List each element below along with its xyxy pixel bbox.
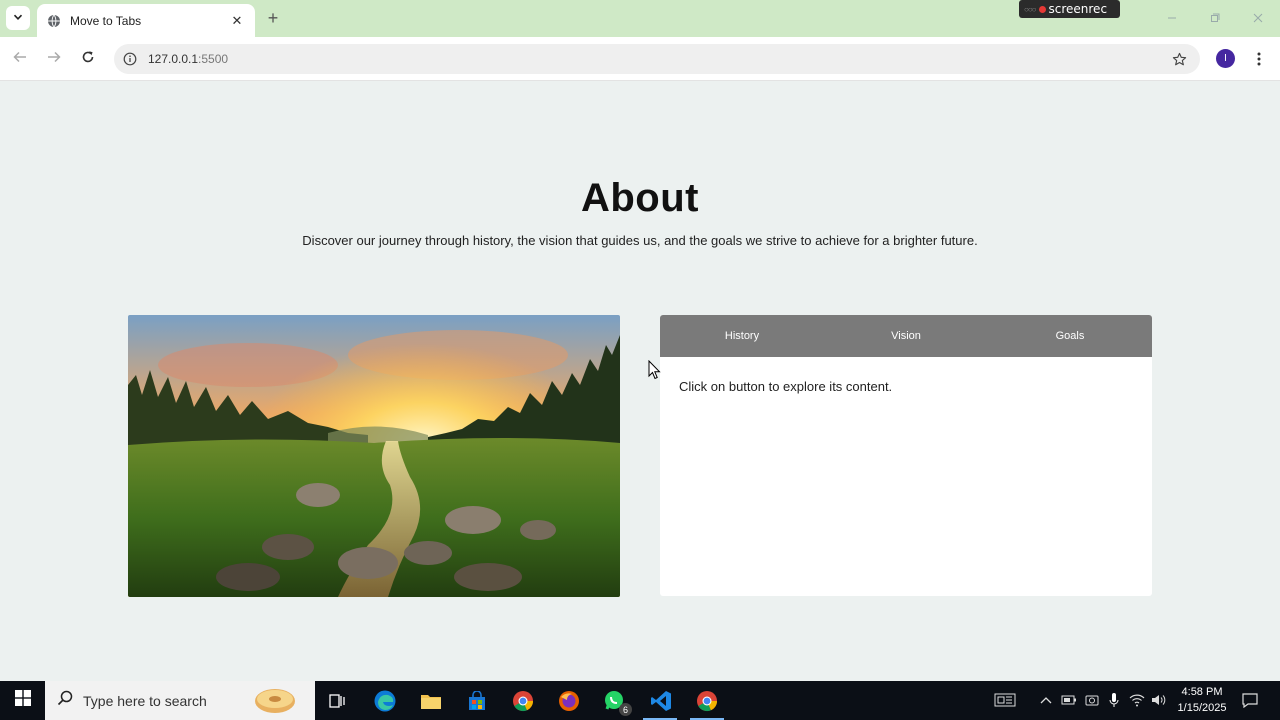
info-icon[interactable] — [122, 51, 138, 67]
tab-search-button[interactable] — [6, 6, 30, 30]
address-bar[interactable]: 127.0.0.1:5500 — [114, 44, 1200, 74]
camera-icon[interactable] — [1084, 692, 1100, 708]
record-dot-icon — [1038, 5, 1046, 13]
system-clock[interactable]: 4:58 PM 1/15/2025 — [1172, 684, 1232, 716]
kebab-icon[interactable] — [1252, 49, 1266, 69]
file-explorer-icon[interactable] — [418, 688, 444, 714]
arrow-right-icon — [47, 50, 61, 69]
url-text: 127.0.0.1:5500 — [148, 52, 228, 66]
task-view-icon[interactable] — [324, 688, 350, 714]
mouse-cursor-icon — [648, 359, 662, 380]
news-widget-icon[interactable] — [994, 692, 1016, 708]
browser-tab-active[interactable]: Move to Tabs ✕ — [37, 4, 255, 37]
reload-icon — [81, 50, 95, 69]
battery-icon[interactable] — [1061, 692, 1077, 708]
back-button[interactable] — [10, 49, 30, 69]
restore-window-button[interactable] — [1207, 10, 1223, 26]
tab-vision[interactable]: Vision — [824, 315, 988, 357]
volume-icon[interactable] — [1151, 692, 1167, 708]
arrow-left-icon — [13, 50, 27, 69]
tab-content-text: Click on button to explore its content. — [679, 379, 893, 394]
recorder-label: screenrec — [1048, 2, 1108, 16]
search-placeholder: Type here to search — [83, 692, 207, 709]
new-tab-button[interactable]: + — [264, 9, 282, 27]
landscape-image — [128, 315, 620, 597]
page-title: About — [580, 176, 699, 220]
recorder-dots-icon: ○○○ — [1024, 4, 1036, 14]
whatsapp-icon[interactable]: 6 — [602, 688, 632, 716]
tab-goals[interactable]: Goals — [988, 315, 1152, 357]
url-port: :5500 — [198, 52, 229, 66]
search-highlight-donut-icon — [251, 685, 299, 715]
tabs-header: History Vision Goals — [660, 315, 1152, 357]
minimize-window-button[interactable] — [1164, 10, 1180, 26]
windows-logo-icon — [14, 690, 31, 711]
clock-time: 4:58 PM — [1181, 686, 1223, 698]
tab-title: Move to Tabs — [70, 13, 142, 28]
chrome-active-icon[interactable] — [694, 688, 720, 714]
star-icon[interactable] — [1170, 50, 1188, 68]
browser-toolbar: 127.0.0.1:5500 I — [0, 37, 1280, 81]
whatsapp-badge: 6 — [619, 703, 632, 716]
close-tab-icon[interactable]: ✕ — [229, 13, 245, 29]
vscode-icon[interactable] — [648, 688, 674, 714]
notifications-icon[interactable] — [1241, 692, 1259, 708]
chevron-down-icon — [13, 9, 23, 27]
forward-button[interactable] — [44, 49, 64, 69]
firefox-icon[interactable] — [556, 688, 582, 714]
taskbar-search[interactable]: Type here to search — [45, 681, 315, 720]
url-host: 127.0.0.1 — [148, 52, 199, 66]
search-icon — [57, 690, 73, 711]
taskbar: Type here to search 6 4:58 PM 1/15/2025 — [0, 681, 1280, 720]
screenrec-badge: ○○○ screenrec — [1019, 0, 1120, 18]
tabs-panel: History Vision Goals Click on button to … — [660, 315, 1152, 596]
clock-date: 1/15/2025 — [1177, 702, 1227, 714]
page-subtitle: Discover our journey through history, th… — [302, 233, 978, 248]
close-window-button[interactable] — [1250, 10, 1266, 26]
microsoft-store-icon[interactable] — [464, 688, 490, 714]
edge-icon[interactable] — [372, 688, 398, 714]
start-button[interactable] — [0, 681, 45, 720]
wifi-icon[interactable] — [1129, 692, 1145, 708]
microphone-icon[interactable] — [1106, 692, 1122, 708]
tab-history[interactable]: History — [660, 315, 824, 357]
chevron-up-icon[interactable] — [1038, 692, 1054, 708]
chrome-icon[interactable] — [510, 688, 536, 714]
profile-avatar[interactable]: I — [1216, 49, 1235, 68]
browser-tab-strip: Move to Tabs ✕ + ○○○ screenrec — [0, 0, 1280, 37]
reload-button[interactable] — [78, 49, 98, 69]
globe-icon — [47, 14, 61, 28]
